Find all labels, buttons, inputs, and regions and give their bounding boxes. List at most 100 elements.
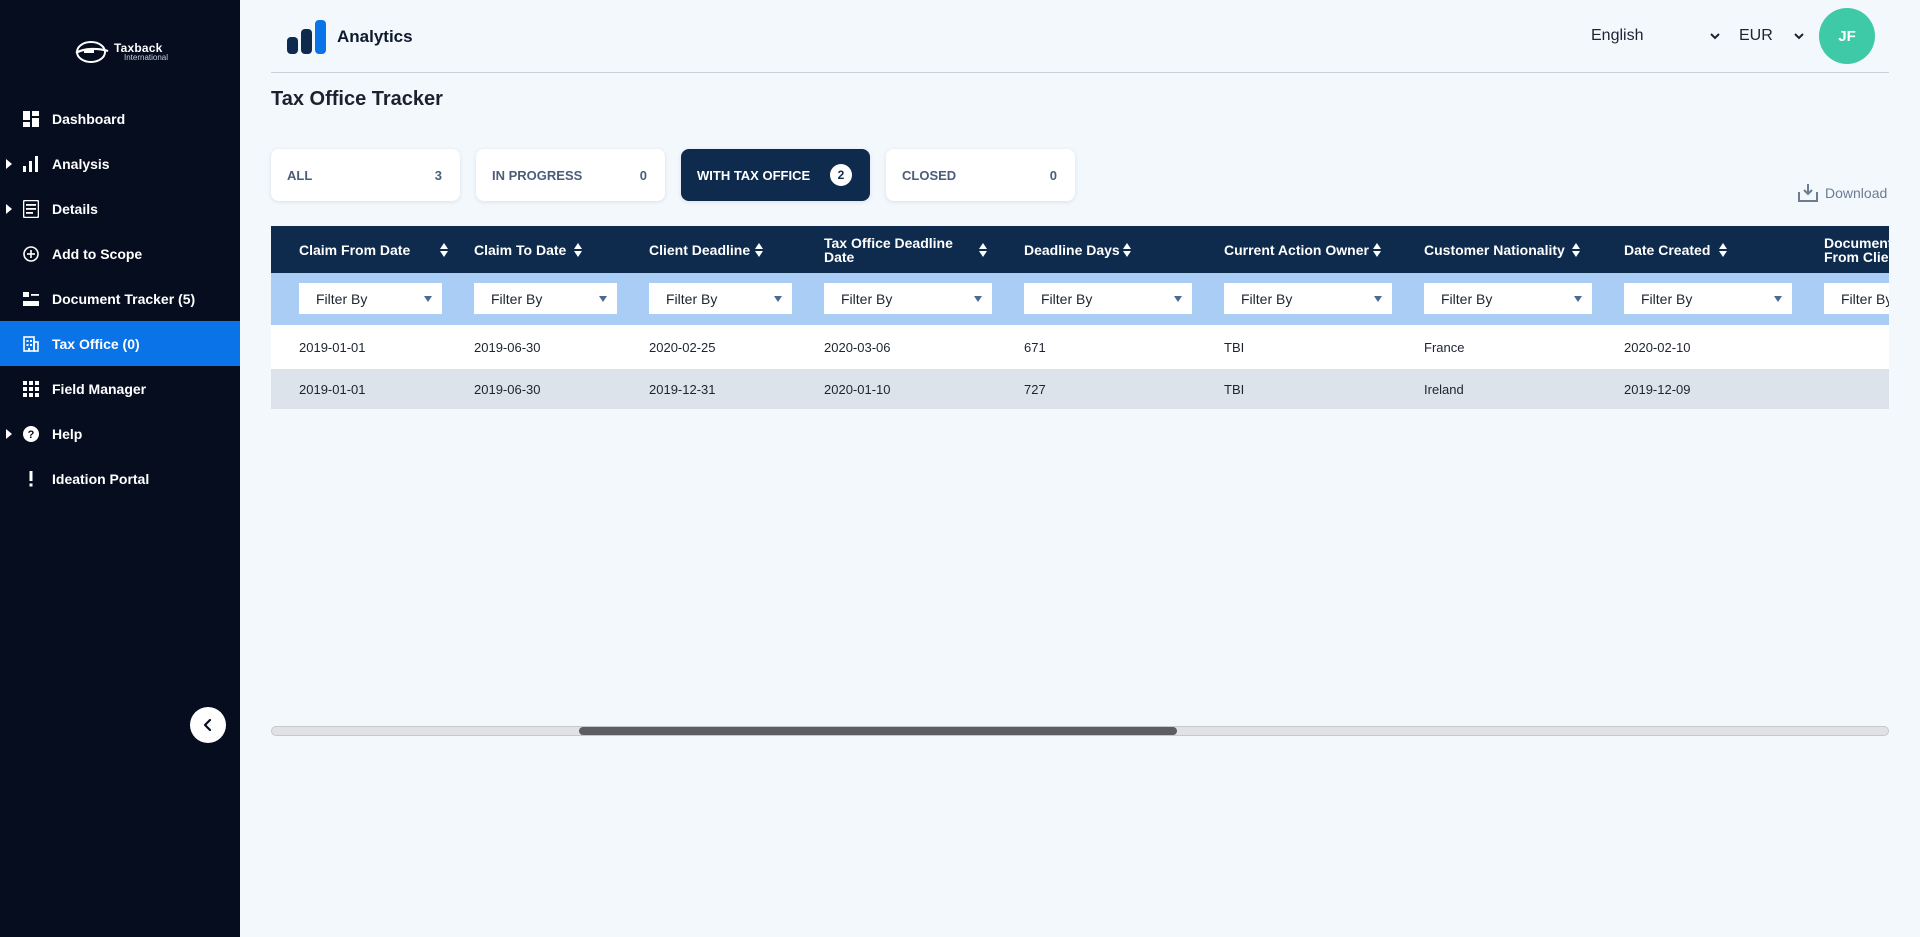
column-header-label: Client Deadline xyxy=(649,241,751,258)
column-header-label: Deadline Days xyxy=(1024,241,1120,258)
sidebar-item-help[interactable]: ? Help xyxy=(0,411,240,456)
column-header-tax-office-deadline-date[interactable]: Tax Office Deadline Date xyxy=(824,226,999,273)
column-header-date-created[interactable]: Date Created xyxy=(1624,226,1774,273)
building-icon xyxy=(22,335,40,353)
dropdown-arrow-icon xyxy=(424,295,432,302)
filter-placeholder: Filter By xyxy=(1241,290,1293,307)
status-card-all[interactable]: ALL 3 xyxy=(271,149,460,201)
sidebar-item-document-tracker[interactable]: Document Tracker (5) xyxy=(0,276,240,321)
filter-client-deadline[interactable]: Filter By xyxy=(649,283,792,314)
status-card-count: 0 xyxy=(639,167,647,183)
download-icon xyxy=(1798,184,1818,202)
table-horizontal-scrollbar[interactable] xyxy=(271,726,1889,736)
table-row[interactable]: 2019-01-01 2019-06-30 2019-12-31 2020-01… xyxy=(271,369,1889,409)
column-header-current-action-owner[interactable]: Current Action Owner xyxy=(1224,226,1384,273)
download-label: Download xyxy=(1825,185,1888,201)
column-header-label: Claim From Date xyxy=(299,241,411,258)
sort-icon[interactable] xyxy=(1122,240,1132,260)
sidebar-item-tax-office[interactable]: Tax Office (0) xyxy=(0,321,240,366)
table-cell: 2019-12-09 xyxy=(1624,381,1691,397)
sort-icon[interactable] xyxy=(1571,240,1581,260)
dropdown-arrow-icon xyxy=(974,295,982,302)
column-header-label: Current Action Owner xyxy=(1224,241,1369,258)
app-brand[interactable]: Analytics xyxy=(287,20,413,54)
language-select[interactable]: English xyxy=(1591,24,1721,48)
filter-current-action-owner[interactable]: Filter By xyxy=(1224,283,1392,314)
table-cell: 2019-01-01 xyxy=(299,339,366,355)
dropdown-arrow-icon xyxy=(599,295,607,302)
user-avatar[interactable]: JF xyxy=(1819,8,1875,64)
status-card-count: 3 xyxy=(434,167,442,183)
filter-documents-from-client[interactable]: Filter By xyxy=(1824,283,1889,314)
scrollbar-thumb[interactable] xyxy=(579,727,1177,735)
column-header-customer-nationality[interactable]: Customer Nationality xyxy=(1424,226,1584,273)
expand-caret-icon xyxy=(6,203,12,214)
filter-customer-nationality[interactable]: Filter By xyxy=(1424,283,1592,314)
dropdown-arrow-icon xyxy=(1174,295,1182,302)
taxback-logo[interactable]: Taxback International xyxy=(74,38,170,66)
table-row[interactable]: 2019-01-01 2019-06-30 2020-02-25 2020-03… xyxy=(271,325,1889,369)
filter-date-created[interactable]: Filter By xyxy=(1624,283,1792,314)
column-header-documents-from-client[interactable]: Documents From Client xyxy=(1824,226,1889,273)
column-header-label: Customer Nationality xyxy=(1424,241,1565,258)
currency-select[interactable]: EUR xyxy=(1739,24,1805,48)
analytics-logo-icon xyxy=(287,20,326,54)
download-button[interactable]: Download xyxy=(1797,183,1887,203)
chevron-down-icon xyxy=(1710,33,1720,40)
sidebar-item-label: Tax Office (0) xyxy=(52,335,140,352)
dashboard-icon xyxy=(22,110,40,128)
sidebar-item-ideation-portal[interactable]: Ideation Portal xyxy=(0,456,240,501)
table-cell: 2019-12-31 xyxy=(649,381,716,397)
sort-icon[interactable] xyxy=(439,240,449,260)
page-title: Tax Office Tracker xyxy=(271,88,443,110)
column-header-client-deadline[interactable]: Client Deadline xyxy=(649,226,799,273)
status-card-label: WITH TAX OFFICE xyxy=(697,167,811,183)
sidebar-item-field-manager[interactable]: Field Manager xyxy=(0,366,240,411)
filter-placeholder: Filter By xyxy=(316,290,368,307)
top-header: Analytics English EUR JF xyxy=(271,0,1889,73)
sidebar-item-dashboard[interactable]: Dashboard xyxy=(0,96,240,141)
table-cell: 2020-01-10 xyxy=(824,381,891,397)
column-header-deadline-days[interactable]: Deadline Days xyxy=(1024,226,1174,273)
column-header-claim-to-date[interactable]: Claim To Date xyxy=(474,226,624,273)
tracker-icon xyxy=(22,290,40,308)
sort-icon[interactable] xyxy=(978,240,988,260)
table-cell: France xyxy=(1424,339,1465,355)
filter-claim-from-date[interactable]: Filter By xyxy=(299,283,442,314)
sidebar-item-label: Dashboard xyxy=(52,110,126,127)
svg-text:?: ? xyxy=(28,429,35,441)
filter-deadline-days[interactable]: Filter By xyxy=(1024,283,1192,314)
sort-icon[interactable] xyxy=(1718,240,1728,260)
column-header-claim-from-date[interactable]: Claim From Date xyxy=(299,226,449,273)
dropdown-arrow-icon xyxy=(1774,295,1782,302)
status-card-in-progress[interactable]: IN PROGRESS 0 xyxy=(476,149,665,201)
sidebar-item-add-to-scope[interactable]: Add to Scope xyxy=(0,231,240,276)
column-header-label: Claim To Date xyxy=(474,241,567,258)
table-cell: 2019-06-30 xyxy=(474,381,541,397)
filter-tax-office-deadline-date[interactable]: Filter By xyxy=(824,283,992,314)
sidebar-item-details[interactable]: Details xyxy=(0,186,240,231)
status-card-closed[interactable]: CLOSED 0 xyxy=(886,149,1075,201)
collapse-sidebar-button[interactable] xyxy=(190,707,226,743)
app-title: Analytics xyxy=(337,27,413,46)
sidebar-item-label: Document Tracker (5) xyxy=(52,290,196,307)
expand-caret-icon xyxy=(6,428,12,439)
filter-placeholder: Filter By xyxy=(1041,290,1093,307)
sidebar-item-analysis[interactable]: Analysis xyxy=(0,141,240,186)
sort-icon[interactable] xyxy=(1372,240,1382,260)
expand-caret-icon xyxy=(6,158,12,169)
sort-icon[interactable] xyxy=(754,240,764,260)
filter-placeholder: Filter By xyxy=(1641,290,1693,307)
sort-icon[interactable] xyxy=(573,240,583,260)
sidebar-item-label: Help xyxy=(52,425,83,442)
table-header-row: Claim From Date Claim To Date Client Dea… xyxy=(271,226,1889,273)
status-card-count-badge: 2 xyxy=(830,164,852,186)
table-cell: 727 xyxy=(1024,381,1046,397)
grid-icon xyxy=(22,380,40,398)
status-card-with-tax-office[interactable]: WITH TAX OFFICE 2 xyxy=(681,149,870,201)
logo-subtitle: International xyxy=(124,53,169,62)
filter-claim-to-date[interactable]: Filter By xyxy=(474,283,617,314)
taxback-globe-icon xyxy=(75,41,109,63)
table-cell: 2020-02-25 xyxy=(649,339,716,355)
help-icon: ? xyxy=(22,425,40,443)
